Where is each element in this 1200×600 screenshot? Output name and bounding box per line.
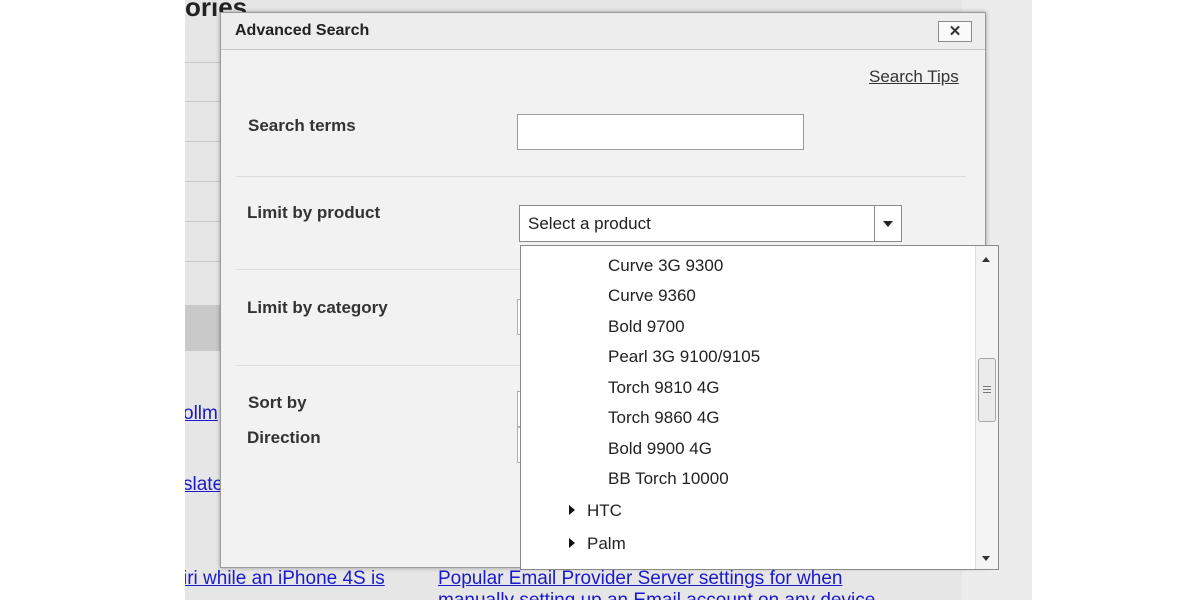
search-terms-label: Search terms (248, 116, 356, 135)
divider (185, 141, 220, 142)
scroll-up-arrow-icon[interactable] (982, 257, 990, 262)
search-tips-link[interactable]: Search Tips (869, 67, 959, 87)
dropdown-options: Curve 3G 9300 Curve 9360 Bold 9700 Pearl… (521, 246, 976, 569)
expand-arrow-icon[interactable] (569, 504, 575, 515)
scroll-down-arrow-icon[interactable] (982, 556, 990, 561)
dialog-title: Advanced Search (235, 22, 370, 39)
close-button[interactable]: ✕ (938, 21, 972, 42)
product-option[interactable]: BB Torch 10000 (608, 469, 729, 489)
product-option[interactable]: Bold 9900 4G (608, 439, 712, 459)
divider (185, 221, 220, 222)
product-option[interactable]: Curve 9360 (608, 286, 696, 306)
product-option[interactable]: Torch 9860 4G (608, 408, 720, 428)
divider (185, 181, 220, 182)
chevron-down-icon[interactable] (874, 206, 901, 241)
background-link[interactable]: ollm (185, 403, 218, 425)
background-link[interactable]: manually setting up an Email account on … (438, 590, 875, 600)
product-option[interactable]: Torch 9810 4G (608, 378, 720, 398)
background-link[interactable]: Popular Email Provider Server settings f… (438, 568, 842, 590)
product-group-label: HTC (587, 501, 622, 520)
product-group-palm[interactable]: Palm (569, 534, 626, 554)
background-link[interactable]: iri while an iPhone 4S is (185, 568, 385, 590)
product-option[interactable]: Pearl 3G 9100/9105 (608, 347, 760, 367)
dialog-header: Advanced Search ✕ (221, 13, 985, 50)
product-dropdown-list[interactable]: Curve 3G 9300 Curve 9360 Bold 9700 Pearl… (520, 245, 999, 570)
product-select[interactable]: Select a product (519, 205, 902, 242)
divider (185, 62, 220, 63)
dropdown-scrollbar[interactable] (975, 246, 998, 569)
search-terms-input[interactable] (517, 114, 804, 150)
product-option[interactable]: Bold 9700 (608, 317, 685, 337)
product-group-htc[interactable]: HTC (569, 501, 622, 521)
expand-arrow-icon[interactable] (569, 537, 575, 548)
scrollbar-thumb[interactable] (978, 358, 996, 423)
divider (185, 101, 220, 102)
product-group-label: Palm (587, 534, 626, 553)
divider (236, 176, 966, 177)
limit-category-label: Limit by category (247, 298, 388, 317)
divider (185, 261, 220, 262)
background-link[interactable]: slate (185, 474, 223, 496)
product-select-value: Select a product (528, 214, 651, 233)
limit-product-label: Limit by product (247, 203, 381, 222)
sort-by-label: Sort by (248, 393, 307, 412)
background-band (185, 305, 220, 351)
direction-label: Direction (247, 428, 321, 447)
product-option[interactable]: Curve 3G 9300 (608, 256, 723, 276)
